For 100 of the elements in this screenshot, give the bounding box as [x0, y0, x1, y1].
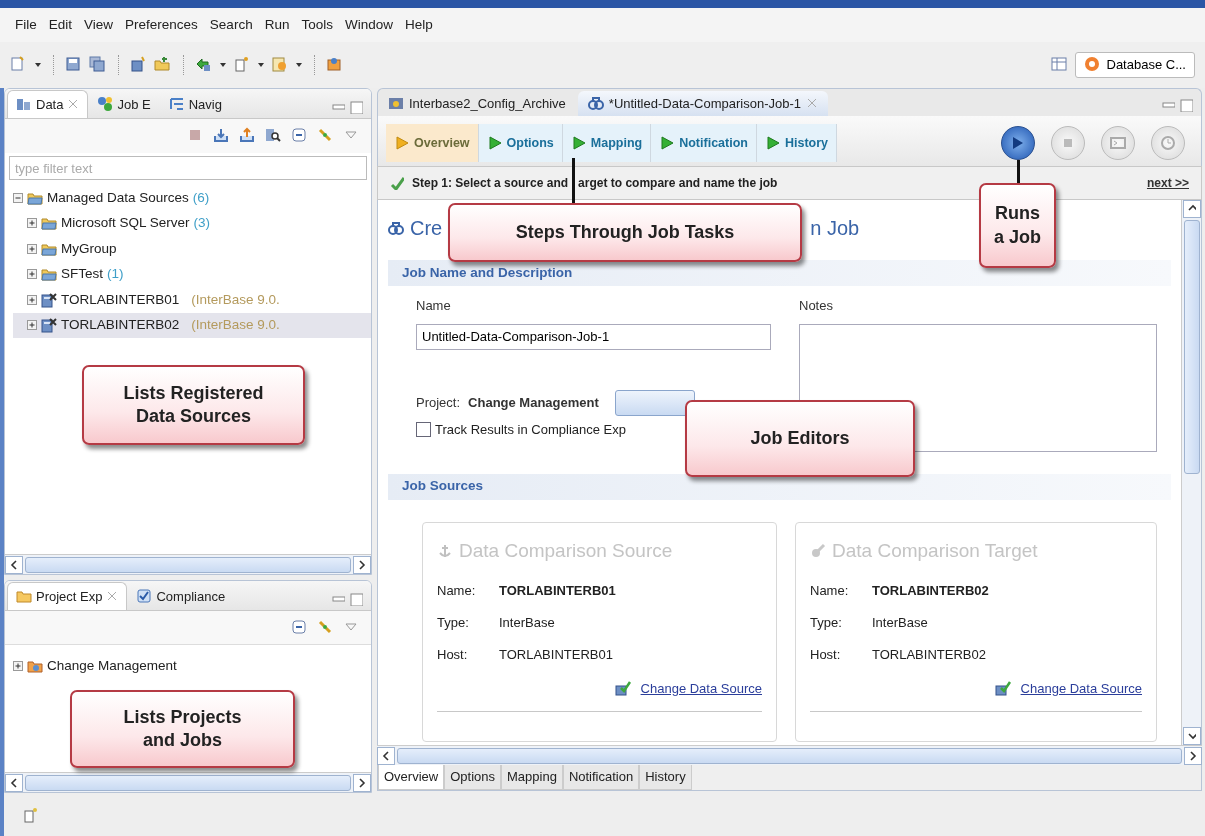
- step-tab[interactable]: Mapping: [562, 124, 652, 162]
- report-icon[interactable]: [326, 56, 344, 74]
- tree-item[interactable]: Microsoft SQL Server (3): [13, 210, 371, 236]
- menu-item[interactable]: Help: [399, 14, 438, 36]
- scroll-thumb[interactable]: [1183, 220, 1200, 474]
- step-tab[interactable]: Notification: [651, 124, 757, 162]
- expand-icon[interactable]: [27, 243, 37, 254]
- close-icon[interactable]: [106, 590, 119, 603]
- tree-item[interactable]: Managed Data Sources (6): [13, 185, 371, 211]
- menu-item[interactable]: Run: [259, 14, 295, 36]
- expand-icon[interactable]: [27, 320, 37, 331]
- database-icon[interactable]: [130, 56, 148, 74]
- step-tab[interactable]: Options: [478, 124, 563, 162]
- menu-item[interactable]: Tools: [296, 14, 338, 36]
- change-source-link[interactable]: Change Data Source: [640, 679, 762, 699]
- plug-icon: [810, 542, 826, 559]
- filter-field[interactable]: type filter text: [9, 156, 367, 180]
- import-icon[interactable]: [213, 127, 231, 145]
- close-icon[interactable]: [806, 97, 819, 110]
- job-icon: [97, 96, 114, 113]
- dropdown-arrow-icon[interactable]: [257, 61, 265, 69]
- scroll-thumb[interactable]: [25, 774, 351, 791]
- run-button[interactable]: [1001, 126, 1035, 160]
- callout-text: Steps Through Job Tasks: [514, 220, 736, 244]
- anchor-icon: [437, 542, 453, 559]
- editor-page-tab[interactable]: History: [639, 765, 692, 790]
- save-icon[interactable]: [65, 56, 83, 74]
- close-icon[interactable]: [67, 98, 80, 111]
- expand-icon[interactable]: [13, 660, 23, 671]
- scroll-right-button[interactable]: [353, 773, 371, 792]
- scroll-right-button[interactable]: [1184, 746, 1202, 765]
- scroll-down-button[interactable]: [1182, 727, 1201, 745]
- scroll-up-button[interactable]: [1182, 200, 1201, 218]
- editor-page-tab[interactable]: Notification: [562, 765, 640, 790]
- maximize-icon[interactable]: [349, 592, 363, 606]
- collapse-all-icon[interactable]: [291, 618, 309, 637]
- track-checkbox[interactable]: Track Results in Compliance Exp: [416, 419, 626, 439]
- editor-page-tab[interactable]: Overview: [378, 765, 445, 790]
- folder-icon[interactable]: [154, 56, 172, 74]
- dropdown-arrow-icon[interactable]: [219, 61, 227, 69]
- menu-item[interactable]: Edit: [43, 14, 78, 36]
- item-detail: (InterBase 9.0.: [191, 316, 280, 335]
- dropdown-arrow-icon[interactable]: [34, 61, 42, 69]
- tree-item[interactable]: Change Management: [13, 653, 371, 679]
- panel-tab[interactable]: Project Exp: [7, 581, 128, 610]
- tree-item[interactable]: TORLABINTERB01 (InterBase 9.0.: [13, 287, 371, 313]
- menu-item[interactable]: View: [79, 14, 119, 36]
- tree-item[interactable]: SFTest (1): [13, 261, 371, 287]
- scroll-thumb[interactable]: [25, 556, 351, 573]
- checklist-icon: [136, 588, 153, 605]
- check-icon: [390, 176, 404, 190]
- tree-item[interactable]: TORLABINTERB02 (InterBase 9.0.: [13, 312, 371, 338]
- compare-icon[interactable]: [195, 56, 213, 74]
- document-icon[interactable]: [271, 56, 289, 74]
- editor-tab[interactable]: Interbase2_Config_Archive: [378, 90, 576, 116]
- expand-icon[interactable]: [27, 218, 37, 229]
- horizontal-scrollbar[interactable]: [377, 745, 1202, 765]
- menu-item[interactable]: Search: [204, 14, 258, 36]
- field-label: Notes: [799, 297, 834, 315]
- change-source-link[interactable]: Change Data Source: [1020, 679, 1142, 699]
- editor-page-tab[interactable]: Mapping: [501, 765, 563, 790]
- section-header: Job Sources: [388, 473, 1171, 500]
- perspective-button[interactable]: Database C...: [1074, 52, 1195, 78]
- expand-icon[interactable]: [27, 269, 37, 280]
- export-icon[interactable]: [239, 127, 257, 145]
- editor-page-tab[interactable]: Options: [444, 765, 501, 790]
- vertical-scrollbar[interactable]: [1181, 200, 1201, 745]
- panel-tab[interactable]: Job E: [88, 89, 160, 118]
- panel-tab[interactable]: Data: [7, 89, 89, 118]
- panel-tab[interactable]: Compliance: [127, 581, 235, 610]
- name-field[interactable]: Untitled-Data-Comparison-Job-1: [416, 323, 771, 350]
- dropdown-arrow-icon[interactable]: [295, 61, 303, 69]
- step-tab[interactable]: History: [756, 124, 838, 162]
- horizontal-scrollbar[interactable]: [5, 554, 371, 574]
- horizontal-scrollbar[interactable]: [5, 772, 371, 792]
- scroll-right-button[interactable]: [353, 555, 371, 574]
- open-perspective-icon[interactable]: [1050, 56, 1069, 74]
- collapse-icon[interactable]: [13, 192, 23, 203]
- save-all-icon[interactable]: [89, 56, 107, 74]
- editor-tab[interactable]: *Untitled-Data-Comparison-Job-1: [577, 90, 829, 116]
- scroll-thumb[interactable]: [397, 747, 1182, 764]
- maximize-icon[interactable]: [349, 100, 363, 114]
- scroll-left-button[interactable]: [5, 773, 23, 792]
- device-icon[interactable]: [233, 56, 251, 74]
- device-icon[interactable]: [22, 806, 40, 825]
- next-link[interactable]: next >>: [1146, 174, 1189, 192]
- step-tab[interactable]: Overview: [386, 124, 479, 162]
- expand-icon[interactable]: [27, 294, 37, 305]
- field-value: TORLABINTERB02: [872, 582, 989, 601]
- menu-item[interactable]: Window: [339, 14, 398, 36]
- field-value: TORLABINTERB02: [872, 646, 986, 665]
- browse-button[interactable]: [614, 389, 695, 416]
- tree-item[interactable]: MyGroup: [13, 236, 371, 262]
- maximize-icon[interactable]: [1179, 98, 1193, 112]
- tree-label: TORLABINTERB01: [61, 290, 180, 309]
- scroll-left-button[interactable]: [5, 555, 23, 574]
- panel-tab[interactable]: Navig: [159, 89, 231, 118]
- menu-item[interactable]: Preferences: [120, 14, 203, 36]
- scroll-left-button[interactable]: [377, 746, 395, 765]
- menu-item[interactable]: File: [10, 14, 42, 36]
